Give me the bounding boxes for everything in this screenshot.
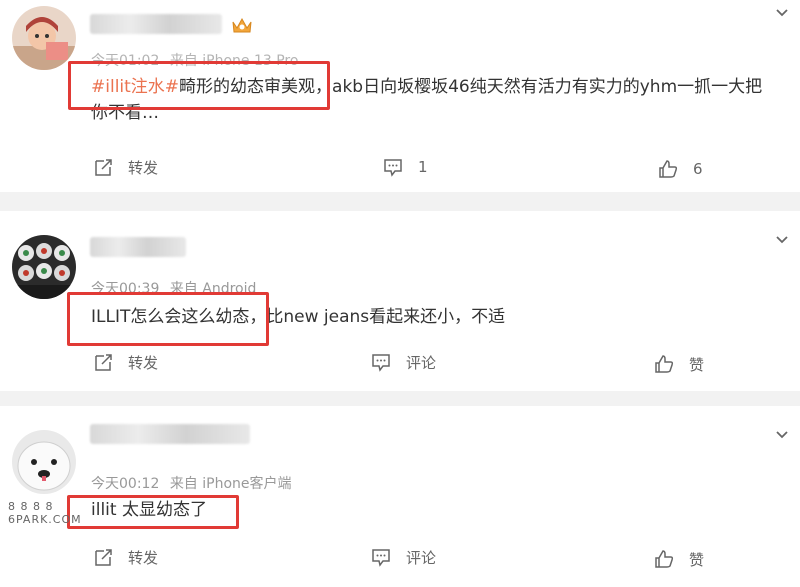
comment-button[interactable]: 评论	[370, 546, 436, 568]
crown-icon	[232, 17, 252, 33]
post-card-1: 今天01:02 来自 iPhone 13 Pro #illit注水#畸形的幼态审…	[0, 0, 800, 192]
like-icon	[655, 355, 674, 373]
highlight-box	[67, 495, 239, 529]
like-icon	[655, 550, 674, 568]
like-button[interactable]: 6	[657, 158, 703, 180]
like-button[interactable]: 赞	[653, 353, 704, 375]
chevron-down-icon[interactable]	[772, 2, 792, 22]
like-icon	[659, 160, 678, 178]
comment-icon	[372, 354, 390, 372]
post-meta: 今天00:12 来自 iPhone客户端	[91, 473, 292, 493]
comment-button[interactable]: 1	[382, 156, 428, 178]
highlight-box	[67, 292, 269, 346]
repost-button[interactable]: 转发	[92, 351, 158, 373]
repost-icon	[95, 549, 112, 566]
like-label: 赞	[689, 355, 705, 374]
chevron-down-icon[interactable]	[772, 424, 792, 444]
like-count: 6	[693, 160, 703, 178]
repost-label: 转发	[128, 548, 159, 567]
username-blurred[interactable]	[90, 424, 250, 444]
repost-icon	[95, 354, 112, 371]
watermark-line-2: 6PARK.COM	[8, 513, 82, 526]
post-time: 今天00:12	[91, 476, 160, 492]
comment-count: 1	[418, 158, 428, 176]
repost-label: 转发	[128, 353, 159, 372]
post-source: 来自 iPhone客户端	[169, 476, 292, 492]
avatar[interactable]	[12, 6, 76, 70]
repost-label: 转发	[128, 158, 159, 177]
like-label: 赞	[689, 550, 705, 569]
username-blurred[interactable]	[90, 237, 186, 257]
repost-button[interactable]: 转发	[92, 546, 158, 568]
comment-icon	[372, 549, 390, 567]
comment-icon	[384, 159, 402, 177]
chevron-down-icon[interactable]	[772, 229, 792, 249]
watermark: 8 8 8 8 6PARK.COM	[8, 500, 82, 526]
avatar[interactable]	[12, 430, 76, 494]
avatar[interactable]	[12, 235, 76, 299]
watermark-line-1: 8 8 8 8	[8, 500, 54, 513]
comment-label: 评论	[406, 353, 437, 372]
username-blurred[interactable]	[90, 14, 222, 34]
comment-button[interactable]: 评论	[370, 351, 436, 373]
highlight-box	[68, 61, 330, 110]
repost-icon	[95, 159, 112, 176]
repost-button[interactable]: 转发	[92, 156, 158, 178]
comment-label: 评论	[406, 548, 437, 567]
like-button[interactable]: 赞	[653, 548, 704, 570]
